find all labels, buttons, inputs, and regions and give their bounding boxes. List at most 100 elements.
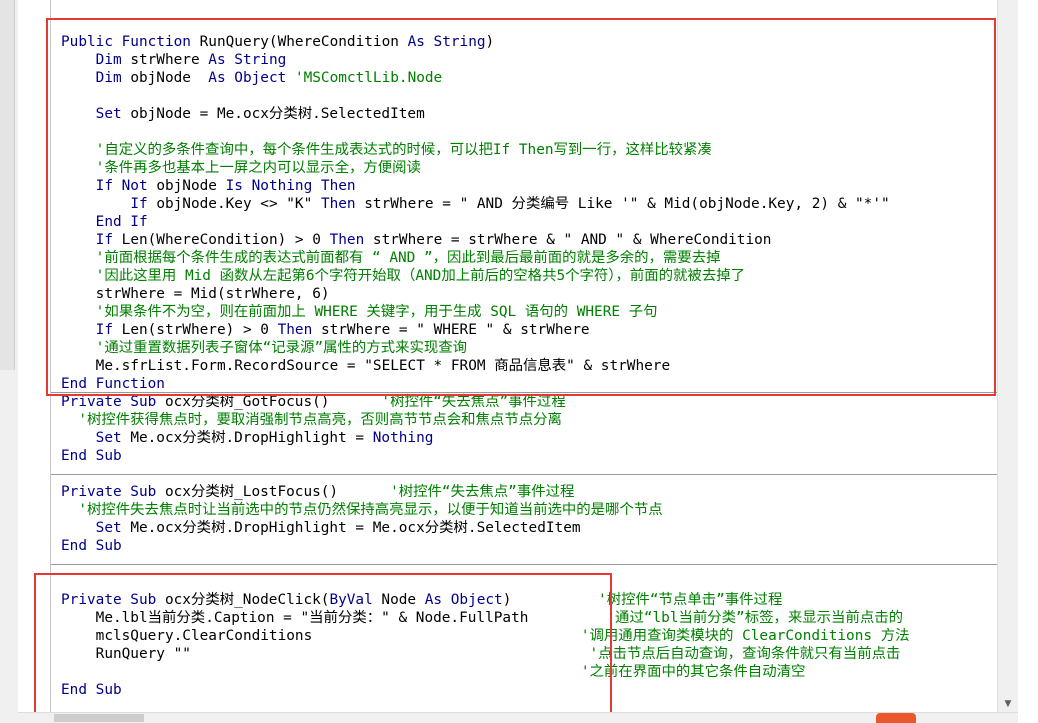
procedure-separator bbox=[51, 392, 1018, 393]
code-line[interactable]: Public Function RunQuery(WhereCondition … bbox=[61, 33, 494, 51]
code-line[interactable]: '因此这里用 Mid 函数从左起第6个字符开始取（AND加上前后的空格共5个字符… bbox=[61, 267, 745, 285]
code-line[interactable]: Set Me.ocx分类树.DropHighlight = Me.ocx分类树.… bbox=[61, 519, 581, 537]
comment-token: '通过“lbl当前分类”标签，来显示当前点击的 bbox=[606, 610, 904, 626]
code-line[interactable]: Dim objNode As Object 'MSComctlLib.Node bbox=[61, 69, 443, 87]
code-line[interactable]: '通过重置数据列表子窗体“记录源”属性的方式来实现查询 bbox=[61, 339, 467, 357]
code-token: strWhere = " WHERE " & strWhere bbox=[320, 322, 590, 338]
code-line[interactable]: End Function bbox=[61, 375, 165, 393]
comment-token: '树控件“失去焦点”事件过程 bbox=[390, 484, 575, 500]
code-line[interactable]: If Not objNode Is Nothing Then bbox=[61, 177, 356, 195]
keyword-token: Dim bbox=[95, 52, 131, 68]
code-line[interactable]: strWhere = Mid(strWhere, 6) bbox=[61, 285, 330, 303]
code-token: ocx分类树_GotFocus() bbox=[164, 394, 382, 410]
keyword-token: Set bbox=[95, 106, 131, 122]
keyword-token: Private Sub bbox=[61, 592, 165, 608]
code-token: Me.ocx分类树.DropHighlight = bbox=[130, 430, 373, 446]
code-line[interactable]: If Len(WhereCondition) > 0 Then strWhere… bbox=[61, 231, 772, 249]
keyword-token: Dim bbox=[95, 70, 131, 86]
code-token: Me.sfrList.Form.RecordSource = "SELECT *… bbox=[61, 358, 671, 374]
code-line[interactable]: Me.sfrList.Form.RecordSource = "SELECT *… bbox=[61, 357, 670, 375]
keyword-token: Set bbox=[95, 520, 131, 536]
code-line[interactable]: '树控件失去焦点时让当前选中的节点仍然保持高亮显示，以便于知道当前选中的是哪个节… bbox=[61, 501, 663, 519]
code-line[interactable]: If objNode.Key <> "K" Then strWhere = " … bbox=[61, 195, 890, 213]
horizontal-scrollbar[interactable] bbox=[18, 712, 1018, 723]
code-token: objNode = Me.ocx分类树.SelectedItem bbox=[130, 106, 425, 122]
code-line[interactable]: '如果条件不为空，则在前面加上 WHERE 关键字，用于生成 SQL 语句的 W… bbox=[61, 303, 658, 321]
comment-token: '前面根据每个条件生成的表达式前面都有 “ AND ”，因此到最后最前面的就是多… bbox=[95, 250, 721, 266]
code-token: RunQuery "" bbox=[61, 646, 590, 662]
procedure-separator bbox=[51, 564, 1018, 565]
keyword-token: Nothing bbox=[372, 430, 434, 446]
code-token: ocx分类树_NodeClick( bbox=[164, 592, 330, 608]
code-line[interactable]: '之前在界面中的其它条件自动清空 bbox=[61, 663, 806, 681]
comment-token: '之前在界面中的其它条件自动清空 bbox=[580, 664, 806, 680]
keyword-token: Private Sub bbox=[61, 484, 165, 500]
code-line[interactable]: Private Sub ocx分类树_NodeClick(ByVal Node … bbox=[61, 591, 782, 609]
code-line[interactable]: Set Me.ocx分类树.DropHighlight = Nothing bbox=[61, 429, 434, 447]
comment-token: '调用通用查询类模块的 ClearConditions 方法 bbox=[580, 628, 910, 644]
comment-token: '自定义的多条件查询中，每个条件生成表达式的时候，可以把If Then写到一行，… bbox=[95, 142, 712, 158]
code-token: strWhere = " AND 分类编号 Like '" & Mid(objN… bbox=[364, 196, 890, 212]
code-line[interactable]: End Sub bbox=[61, 447, 122, 465]
keyword-token: Set bbox=[95, 430, 131, 446]
comment-token: '树控件失去焦点时让当前选中的节点仍然保持高亮显示，以便于知道当前选中的是哪个节… bbox=[78, 502, 663, 518]
code-line[interactable]: '自定义的多条件查询中，每个条件生成表达式的时候，可以把If Then写到一行，… bbox=[61, 141, 712, 159]
code-token: objNode bbox=[156, 178, 226, 194]
keyword-token: If bbox=[95, 322, 122, 338]
left-gutter-scroll-thumb[interactable] bbox=[0, 0, 15, 370]
code-line[interactable]: '树控件获得焦点时，要取消强制节点高亮，否则高节节点会和焦点节点分离 bbox=[61, 411, 562, 429]
code-line[interactable]: End Sub bbox=[61, 681, 122, 699]
code-line[interactable]: RunQuery "" '点击节点后自动查询，查询条件就只有当前点击 bbox=[61, 645, 901, 663]
code-token: RunQuery(WhereCondition bbox=[199, 34, 408, 50]
code-line[interactable]: End Sub bbox=[61, 537, 122, 555]
taskbar-app-icon[interactable] bbox=[876, 713, 916, 723]
comment-token: '条件再多也基本上一屏之内可以显示全，方便阅读 bbox=[95, 160, 421, 176]
vertical-scrollbar[interactable]: ▼ bbox=[997, 0, 1018, 713]
scroll-down-icon[interactable]: ▼ bbox=[998, 695, 1018, 713]
horizontal-scroll-thumb[interactable] bbox=[54, 714, 144, 722]
comment-token: '树控件“节点单击”事件过程 bbox=[598, 592, 783, 608]
keyword-token: Then bbox=[277, 322, 321, 338]
code-token: ocx分类树_LostFocus() bbox=[164, 484, 391, 500]
code-token: Me.lbl当前分类.Caption = "当前分类：" & Node.Full… bbox=[61, 610, 607, 626]
comment-token: '通过重置数据列表子窗体“记录源”属性的方式来实现查询 bbox=[95, 340, 468, 356]
code-editor[interactable]: Public Function RunQuery(WhereCondition … bbox=[18, 0, 1018, 713]
keyword-token: Then bbox=[329, 232, 373, 248]
keyword-token: If bbox=[95, 232, 122, 248]
code-line[interactable]: Private Sub ocx分类树_LostFocus() '树控件“失去焦点… bbox=[61, 483, 574, 501]
code-line[interactable]: End If bbox=[61, 213, 148, 231]
keyword-token: End If bbox=[95, 214, 148, 230]
code-line[interactable]: If Len(strWhere) > 0 Then strWhere = " W… bbox=[61, 321, 590, 339]
code-line[interactable]: '条件再多也基本上一屏之内可以显示全，方便阅读 bbox=[61, 159, 421, 177]
editor-margin-line bbox=[50, 0, 51, 713]
keyword-token: Private Sub bbox=[61, 394, 165, 410]
code-line[interactable]: Me.lbl当前分类.Caption = "当前分类：" & Node.Full… bbox=[61, 609, 903, 627]
keyword-token: ByVal bbox=[329, 592, 382, 608]
code-line[interactable]: Private Sub ocx分类树_GotFocus() '树控件“失去焦点”… bbox=[61, 393, 566, 411]
keyword-token: Public Function bbox=[61, 34, 200, 50]
code-line[interactable]: Set objNode = Me.ocx分类树.SelectedItem bbox=[61, 105, 425, 123]
code-line[interactable]: '前面根据每个条件生成的表达式前面都有 “ AND ”，因此到最后最前面的就是多… bbox=[61, 249, 721, 267]
code-line[interactable]: Dim strWhere As String bbox=[61, 51, 287, 69]
comment-token: '树控件“失去焦点”事件过程 bbox=[381, 394, 566, 410]
comment-token: '点击节点后自动查询，查询条件就只有当前点击 bbox=[589, 646, 901, 662]
keyword-token: As String bbox=[208, 52, 287, 68]
code-line[interactable]: mclsQuery.ClearConditions '调用通用查询类模块的 Cl… bbox=[61, 627, 910, 645]
code-token: Me.ocx分类树.DropHighlight = Me.ocx分类树.Sele… bbox=[130, 520, 581, 536]
code-token: ) bbox=[502, 592, 599, 608]
comment-token: '因此这里用 Mid 函数从左起第6个字符开始取（AND加上前后的空格共5个字符… bbox=[95, 268, 745, 284]
